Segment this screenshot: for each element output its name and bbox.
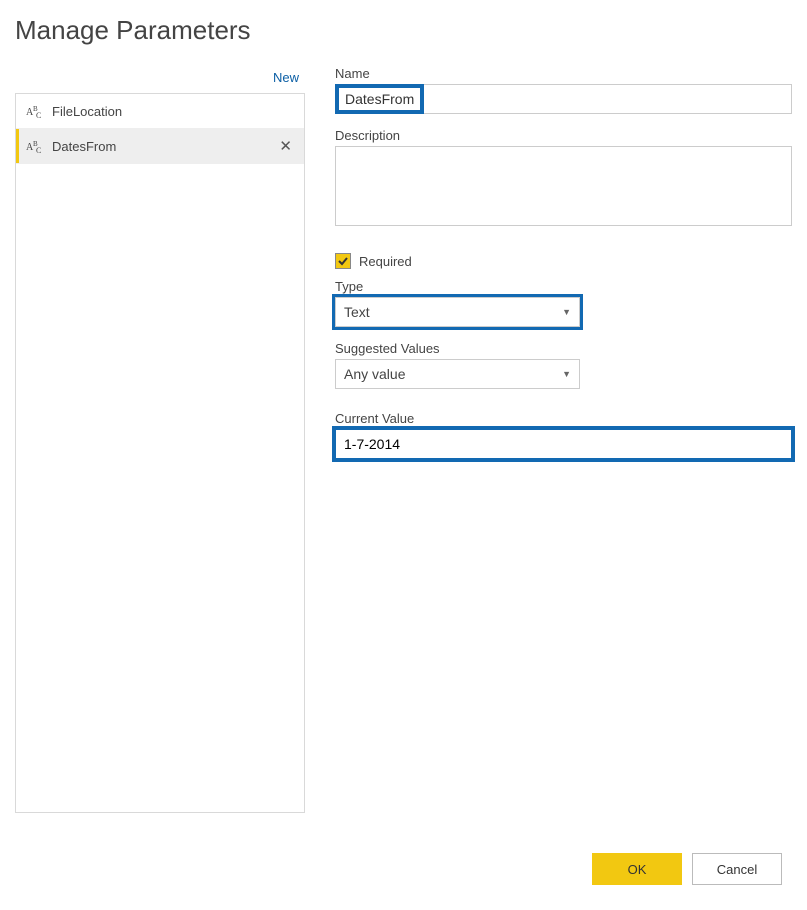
name-field-block: Name DatesFrom — [335, 66, 792, 114]
main-content: New A B C FileLocation A B C — [15, 66, 792, 813]
description-label: Description — [335, 128, 792, 143]
new-parameter-link[interactable]: New — [15, 66, 305, 93]
parameter-item-label: DatesFrom — [48, 139, 275, 154]
delete-parameter-icon[interactable]: ✕ — [275, 137, 296, 155]
chevron-down-icon: ▼ — [562, 369, 571, 379]
current-value-field-block: Current Value — [335, 411, 792, 459]
description-field-block: Description — [335, 128, 792, 231]
checkmark-icon — [337, 255, 349, 267]
suggested-value: Any value — [344, 366, 562, 382]
parameter-list: A B C FileLocation A B C DatesFrom ✕ — [15, 93, 305, 813]
type-dropdown[interactable]: Text ▼ — [335, 297, 580, 327]
description-input[interactable] — [335, 146, 792, 226]
dialog-buttons: OK Cancel — [592, 853, 782, 885]
suggested-label: Suggested Values — [335, 341, 792, 356]
svg-text:C: C — [36, 111, 41, 119]
suggested-field-block: Suggested Values Any value ▼ — [335, 341, 792, 389]
parameter-item-datesfrom[interactable]: A B C DatesFrom ✕ — [16, 129, 304, 164]
required-checkbox[interactable] — [335, 253, 351, 269]
type-field-block: Type Text ▼ — [335, 279, 792, 327]
left-panel: New A B C FileLocation A B C — [15, 66, 305, 813]
name-label: Name — [335, 66, 792, 81]
current-value-input[interactable] — [335, 429, 792, 459]
type-value: Text — [344, 304, 562, 320]
cancel-button[interactable]: Cancel — [692, 853, 782, 885]
required-label: Required — [359, 254, 412, 269]
required-row: Required — [335, 253, 792, 269]
chevron-down-icon: ▼ — [562, 307, 571, 317]
svg-text:C: C — [36, 146, 41, 154]
text-type-icon: A B C — [24, 103, 48, 119]
dialog-title: Manage Parameters — [15, 15, 792, 46]
name-input[interactable] — [335, 84, 792, 114]
suggested-values-dropdown[interactable]: Any value ▼ — [335, 359, 580, 389]
right-panel: Name DatesFrom Description Required Type… — [335, 66, 792, 813]
current-value-label: Current Value — [335, 411, 792, 426]
text-type-icon: A B C — [24, 138, 48, 154]
ok-button[interactable]: OK — [592, 853, 682, 885]
type-label: Type — [335, 279, 792, 294]
parameter-item-label: FileLocation — [48, 104, 296, 119]
parameter-item-filelocation[interactable]: A B C FileLocation — [16, 94, 304, 129]
